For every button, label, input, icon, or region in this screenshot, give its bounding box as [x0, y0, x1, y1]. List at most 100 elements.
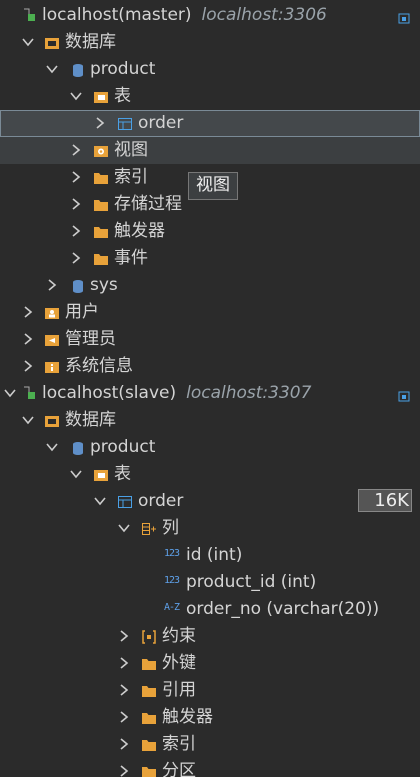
- chevron-right-icon[interactable]: [70, 171, 82, 183]
- integer-type-icon: 123: [164, 575, 180, 586]
- connection-label: localhost(master) localhost:3306: [42, 5, 327, 25]
- indexes-folder-row[interactable]: 索引: [0, 731, 420, 758]
- references-folder-row[interactable]: 引用: [0, 677, 420, 704]
- columns-folder-row[interactable]: 列: [0, 515, 420, 542]
- chevron-right-icon[interactable]: [94, 117, 106, 129]
- databases-label: 数据库: [65, 32, 116, 52]
- indexes-label: 索引: [114, 167, 148, 187]
- foreign-keys-folder-row[interactable]: 外键: [0, 650, 420, 677]
- events-folder-row[interactable]: 事件: [0, 245, 420, 272]
- table-order-row[interactable]: order: [0, 110, 420, 137]
- chevron-right-icon[interactable]: [22, 333, 34, 345]
- constraint-icon: [141, 629, 157, 645]
- chevron-right-icon[interactable]: [118, 765, 130, 777]
- admin-folder-icon: [44, 332, 60, 348]
- info-folder-icon: [44, 359, 60, 375]
- events-label: 事件: [114, 248, 148, 268]
- table-icon: [117, 116, 133, 132]
- triggers-folder-row[interactable]: 触发器: [0, 704, 420, 731]
- chevron-right-icon[interactable]: [118, 630, 130, 642]
- databases-folder-row[interactable]: 数据库: [0, 29, 420, 56]
- table-label: order: [138, 113, 184, 133]
- chevron-down-icon[interactable]: [46, 441, 58, 453]
- triggers-folder-row[interactable]: 触发器: [0, 218, 420, 245]
- tables-label: 表: [114, 86, 131, 106]
- database-icon: [70, 62, 86, 78]
- constraints-folder-row[interactable]: 约束: [0, 623, 420, 650]
- folder-icon: [141, 656, 157, 672]
- chevron-right-icon[interactable]: [70, 144, 82, 156]
- users-label: 用户: [65, 302, 99, 322]
- database-label: product: [90, 59, 156, 79]
- chevron-right-icon[interactable]: [70, 252, 82, 264]
- folder-icon: [141, 764, 157, 777]
- database-folder-icon: [44, 413, 60, 429]
- pin-icon[interactable]: [398, 387, 410, 402]
- folder-icon: [93, 170, 109, 186]
- views-label: 视图: [114, 140, 148, 160]
- folder-icon: [93, 197, 109, 213]
- folder-icon: [93, 224, 109, 240]
- chevron-right-icon[interactable]: [22, 360, 34, 372]
- table-folder-icon: [93, 467, 109, 483]
- chevron-down-icon[interactable]: [22, 36, 34, 48]
- chevron-down-icon[interactable]: [22, 414, 34, 426]
- triggers-label: 触发器: [162, 707, 213, 727]
- admins-folder-row[interactable]: 管理员: [0, 326, 420, 353]
- chevron-right-icon[interactable]: [70, 225, 82, 237]
- chevron-right-icon[interactable]: [118, 657, 130, 669]
- db-product-row[interactable]: product: [0, 434, 420, 461]
- size-badge: 16K: [358, 489, 412, 512]
- chevron-right-icon[interactable]: [118, 711, 130, 723]
- view-folder-icon: [93, 143, 109, 159]
- tables-folder-row[interactable]: 表: [0, 461, 420, 488]
- connection-master-row[interactable]: localhost(master) localhost:3306: [0, 2, 420, 29]
- views-folder-row[interactable]: 视图: [0, 137, 420, 164]
- table-label: order: [138, 491, 184, 511]
- sysinfo-label: 系统信息: [65, 356, 133, 376]
- chevron-down-icon[interactable]: [118, 522, 130, 534]
- folder-icon: [93, 251, 109, 267]
- database-folder-icon: [44, 35, 60, 51]
- constraints-label: 约束: [162, 626, 196, 646]
- column-row[interactable]: A-Z order_no (varchar(20)): [0, 596, 420, 623]
- chevron-down-icon[interactable]: [70, 90, 82, 102]
- connection-slave-row[interactable]: localhost(slave) localhost:3307: [0, 380, 420, 407]
- integer-type-icon: 123: [164, 548, 180, 559]
- table-order-row[interactable]: order: [0, 488, 420, 515]
- sysinfo-folder-row[interactable]: 系统信息: [0, 353, 420, 380]
- tables-folder-row[interactable]: 表: [0, 83, 420, 110]
- indexes-label: 索引: [162, 734, 196, 754]
- chevron-down-icon[interactable]: [70, 468, 82, 480]
- columns-label: 列: [162, 518, 179, 538]
- chevron-right-icon[interactable]: [22, 306, 34, 318]
- chevron-right-icon[interactable]: [118, 684, 130, 696]
- partitions-folder-row[interactable]: 分区: [0, 758, 420, 777]
- folder-icon: [141, 710, 157, 726]
- tooltip: 视图: [188, 172, 238, 200]
- chevron-right-icon[interactable]: [70, 198, 82, 210]
- users-folder-row[interactable]: 用户: [0, 299, 420, 326]
- db-sys-row[interactable]: sys: [0, 272, 420, 299]
- column-row[interactable]: 123 id (int): [0, 542, 420, 569]
- chevron-right-icon[interactable]: [46, 279, 58, 291]
- pin-icon[interactable]: [398, 9, 410, 24]
- database-label: product: [90, 437, 156, 457]
- column-row[interactable]: 123 product_id (int): [0, 569, 420, 596]
- folder-icon: [141, 683, 157, 699]
- columns-icon: [141, 521, 157, 537]
- partitions-label: 分区: [162, 761, 196, 777]
- table-icon: [117, 494, 133, 510]
- database-label: sys: [90, 275, 118, 295]
- db-product-row[interactable]: product: [0, 56, 420, 83]
- column-label: product_id (int): [186, 572, 317, 592]
- chevron-down-icon[interactable]: [46, 63, 58, 75]
- chevron-down-icon[interactable]: [94, 495, 106, 507]
- chevron-down-icon[interactable]: [4, 387, 16, 399]
- admins-label: 管理员: [65, 329, 116, 349]
- references-label: 引用: [162, 680, 196, 700]
- databases-folder-row[interactable]: 数据库: [0, 407, 420, 434]
- connection-label: localhost(slave) localhost:3307: [42, 383, 312, 403]
- chevron-right-icon[interactable]: [118, 738, 130, 750]
- database-icon: [70, 278, 86, 294]
